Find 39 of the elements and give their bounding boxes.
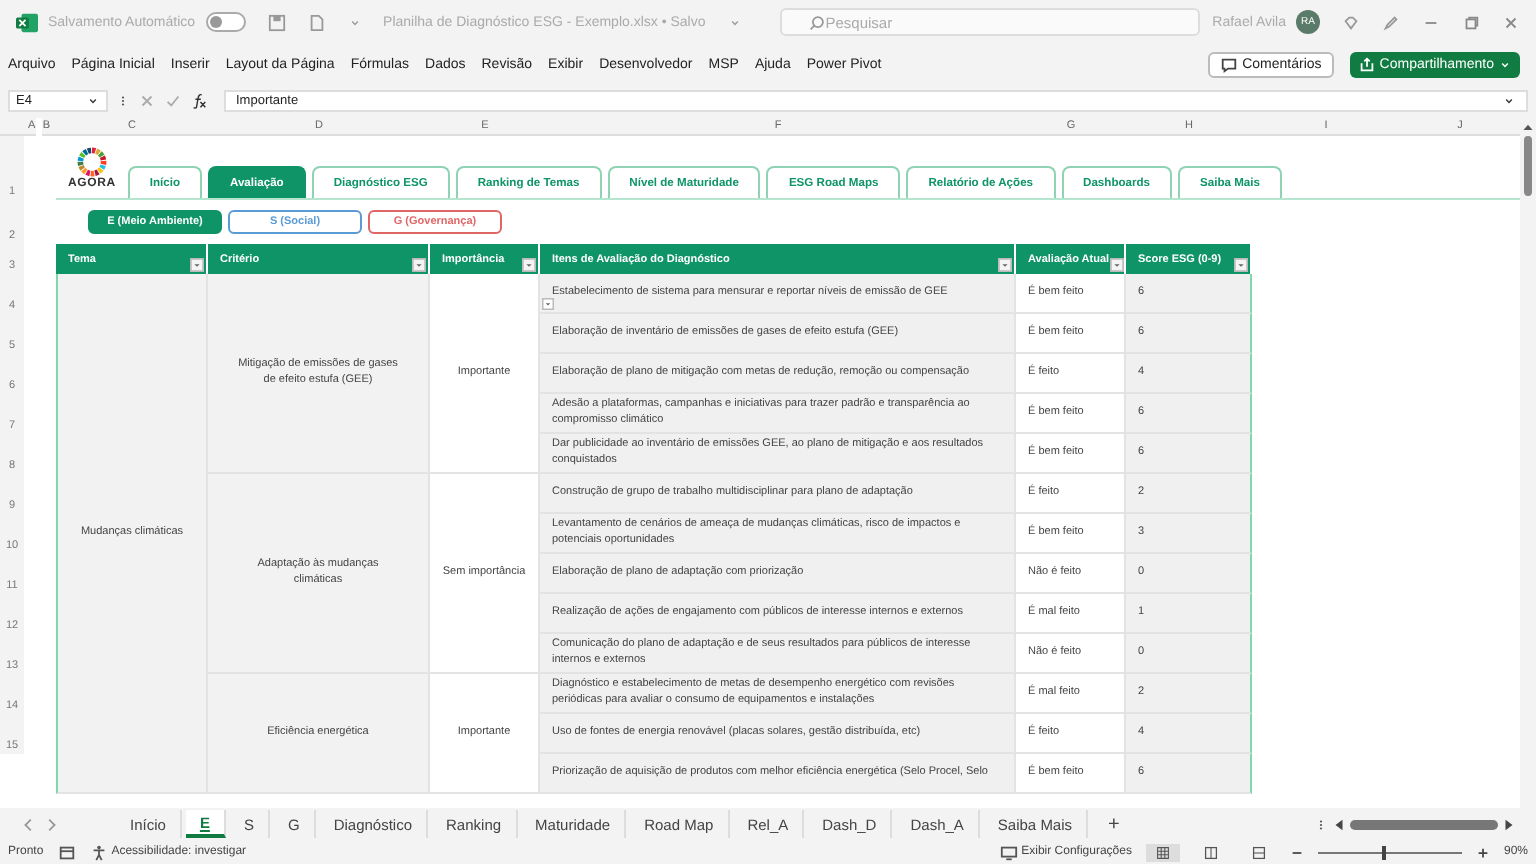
cancel-icon[interactable] <box>138 91 156 109</box>
filter-dropdown-icon[interactable] <box>1234 258 1248 272</box>
function-icon[interactable] <box>190 91 208 109</box>
more-icon[interactable] <box>116 93 130 107</box>
excel-icon <box>16 11 38 33</box>
scroll-up-icon[interactable] <box>1522 122 1534 132</box>
search-icon <box>807 13 826 31</box>
caret-icon <box>1502 93 1516 107</box>
scroll-right-icon[interactable] <box>1502 817 1516 831</box>
filter-dropdown-icon[interactable] <box>998 258 1012 272</box>
close-icon[interactable] <box>1502 13 1520 31</box>
filter-dropdown-icon[interactable] <box>412 258 426 272</box>
scrollbar-thumb[interactable] <box>1350 819 1498 829</box>
more-icon[interactable] <box>1314 817 1328 831</box>
diamond-icon[interactable] <box>1342 13 1360 31</box>
caret-icon <box>86 93 100 107</box>
accessibility-icon <box>89 843 108 861</box>
pen-icon[interactable] <box>1382 13 1400 31</box>
normal-view-icon[interactable] <box>1145 843 1180 861</box>
filter-dropdown-icon[interactable] <box>190 258 204 272</box>
monitor-icon <box>999 843 1018 861</box>
scrollbar-thumb[interactable] <box>1524 136 1532 196</box>
scroll-left-icon[interactable] <box>1332 817 1346 831</box>
zoom-in-icon[interactable] <box>1475 845 1490 859</box>
check-icon[interactable] <box>164 91 182 109</box>
filter-dropdown-icon[interactable] <box>522 258 536 272</box>
share-icon <box>1357 55 1376 73</box>
save-icon[interactable] <box>267 13 286 31</box>
comment-icon <box>1220 55 1239 73</box>
add-sheet-button[interactable]: + <box>1092 813 1136 835</box>
dropdown-icon[interactable] <box>542 298 554 310</box>
caret-icon <box>1498 57 1512 71</box>
caret-icon[interactable] <box>347 15 362 29</box>
filter-dropdown-icon[interactable] <box>1109 258 1124 272</box>
caret-icon[interactable] <box>727 15 742 29</box>
autosave-toggle[interactable] <box>205 12 246 32</box>
document-icon[interactable] <box>307 13 326 31</box>
macro-icon[interactable] <box>57 843 76 861</box>
restore-icon[interactable] <box>1462 13 1480 31</box>
